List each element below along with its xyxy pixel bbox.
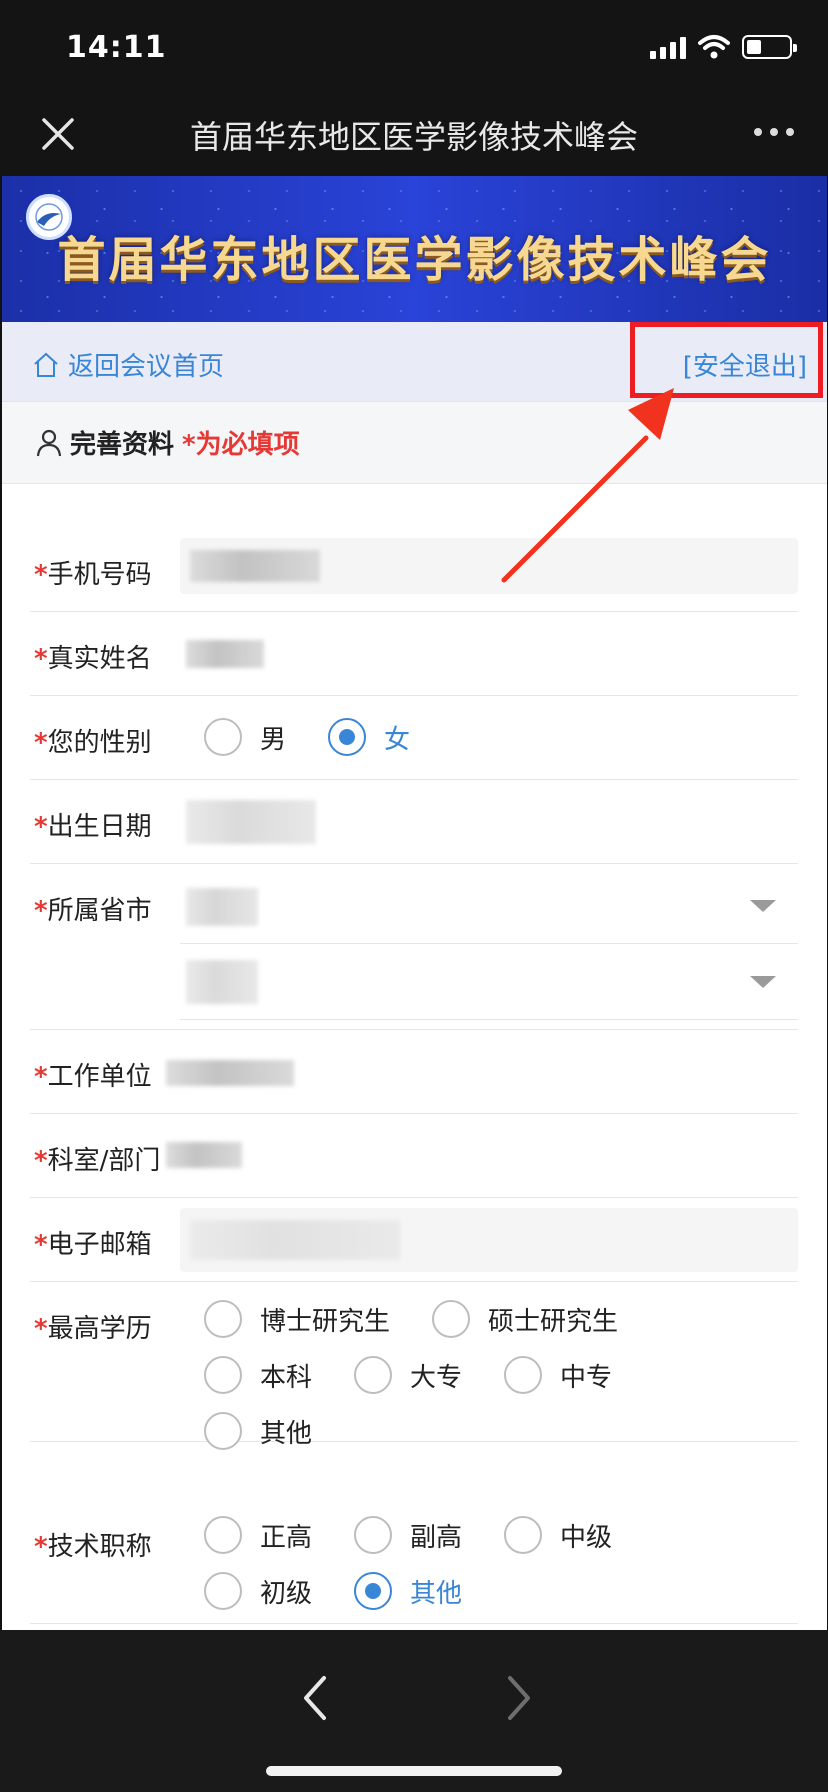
dept-row: *科室/部门 <box>30 1114 798 1198</box>
name-label: *真实姓名 <box>34 644 152 674</box>
work-label: *工作单位 <box>34 1062 152 1092</box>
forward-arrow-icon[interactable] <box>498 1670 538 1726</box>
status-time: 14:11 <box>66 30 167 65</box>
education-phd-radio[interactable]: 博士研究生 <box>204 1300 390 1338</box>
email-input[interactable] <box>180 1208 798 1272</box>
gender-label: *您的性别 <box>34 728 152 758</box>
required-note: *为必填项 <box>182 430 300 460</box>
conference-banner: 首届华东地区医学影像技术峰会 <box>2 176 827 322</box>
work-input[interactable] <box>166 1040 798 1100</box>
education-bachelor-radio[interactable]: 本科 <box>204 1356 312 1394</box>
status-icons <box>650 34 797 60</box>
title-row: *技术职称 正高 副高 中级 初级 其他 <box>30 1500 798 1624</box>
web-page: 首届华东地区医学影像技术峰会 返回会议首页 [安全退出] 完善资料 *为必填项 … <box>2 176 827 1630</box>
region-row: *所属省市 <box>30 864 798 1030</box>
birth-row: *出生日期 <box>30 780 798 864</box>
name-input[interactable] <box>180 622 798 682</box>
title-other-radio[interactable]: 其他 <box>354 1572 462 1610</box>
birth-label: *出生日期 <box>34 812 152 842</box>
nav-bar: 首届华东地区医学影像技术峰会 <box>0 92 828 176</box>
user-icon <box>36 429 62 456</box>
section-header: 完善资料 *为必填项 <box>2 402 827 484</box>
battery-icon <box>742 35 797 59</box>
work-row: *工作单位 <box>30 1030 798 1114</box>
gender-female-radio[interactable]: 女 <box>328 718 410 756</box>
more-icon[interactable] <box>750 110 798 154</box>
back-to-home-label: 返回会议首页 <box>68 352 225 382</box>
dept-label: *科室/部门 <box>34 1146 161 1176</box>
city-select[interactable] <box>180 946 798 1020</box>
close-icon[interactable] <box>36 112 80 156</box>
logout-highlight-box <box>630 322 823 398</box>
chevron-down-icon <box>750 900 776 912</box>
region-label: *所属省市 <box>34 896 152 926</box>
name-row: *真实姓名 <box>30 612 798 696</box>
education-row: *最高学历 博士研究生 硕士研究生 本科 大专 中专 其他 <box>30 1282 798 1450</box>
wifi-icon <box>698 35 730 59</box>
home-indicator <box>266 1766 562 1776</box>
home-icon <box>34 352 58 377</box>
education-label: *最高学历 <box>34 1314 152 1344</box>
gender-row: *您的性别 男 女 <box>30 696 798 780</box>
title-associate-radio[interactable]: 副高 <box>354 1516 462 1554</box>
section-title: 完善资料 <box>70 430 175 460</box>
gender-male-radio[interactable]: 男 <box>204 718 286 756</box>
title-intermediate-radio[interactable]: 中级 <box>504 1516 612 1554</box>
education-secondary-radio[interactable]: 中专 <box>504 1356 612 1394</box>
email-label: *电子邮箱 <box>34 1230 152 1260</box>
title-junior-radio[interactable]: 初级 <box>204 1572 312 1610</box>
education-other-radio[interactable]: 其他 <box>204 1412 312 1450</box>
status-bar: 14:11 <box>0 0 828 92</box>
phone-row: *手机号码 <box>30 528 798 612</box>
title-label: *技术职称 <box>34 1532 152 1562</box>
birth-input[interactable] <box>180 790 798 850</box>
cellular-signal-icon <box>650 35 686 59</box>
phone-input[interactable] <box>180 538 798 594</box>
education-master-radio[interactable]: 硕士研究生 <box>432 1300 618 1338</box>
dept-input[interactable] <box>166 1124 798 1184</box>
chevron-down-icon <box>750 976 776 988</box>
back-arrow-icon[interactable] <box>296 1670 336 1726</box>
education-college-radio[interactable]: 大专 <box>354 1356 462 1394</box>
nav-title: 首届华东地区医学影像技术峰会 <box>189 118 638 156</box>
province-select[interactable] <box>180 870 798 944</box>
back-to-home-link[interactable]: 返回会议首页 <box>32 346 224 383</box>
title-senior-radio[interactable]: 正高 <box>204 1516 312 1554</box>
email-row: *电子邮箱 <box>30 1198 798 1282</box>
banner-title: 首届华东地区医学影像技术峰会 <box>57 232 772 288</box>
phone-label: *手机号码 <box>34 560 152 590</box>
